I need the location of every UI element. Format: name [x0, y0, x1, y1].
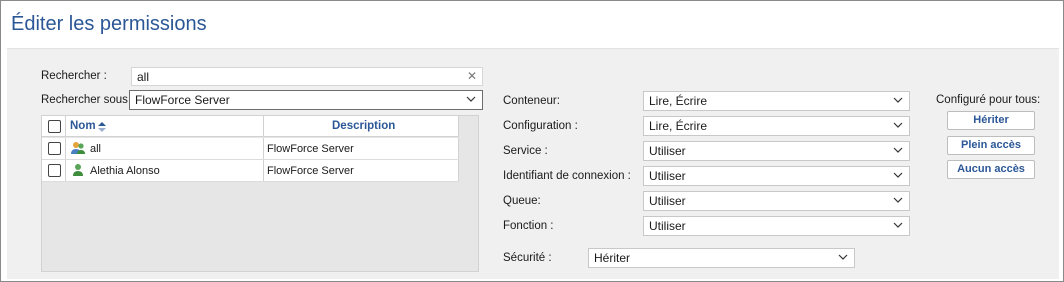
row-checkbox[interactable] [48, 142, 61, 155]
chevron-down-icon [893, 122, 903, 128]
row-description: FlowForce Server [267, 143, 354, 155]
page-title: Éditer les permissions [11, 13, 207, 35]
users-table: Nom Description all FlowForce Server Ale… [41, 115, 479, 272]
permission-label-service: Service : [503, 145, 548, 157]
chevron-down-icon [466, 96, 476, 102]
search-input[interactable]: all ✕ [131, 67, 483, 86]
security-label: Sécurité : [503, 252, 552, 264]
select-value: Utiliser [649, 144, 686, 158]
permissions-panel: Rechercher : all ✕ Rechercher sous : Flo… [7, 48, 1059, 279]
chevron-down-icon [893, 197, 903, 203]
search-under-value: FlowForce Server [135, 93, 230, 107]
clear-search-icon[interactable]: ✕ [467, 69, 477, 83]
table-row[interactable]: Alethia Alonso FlowForce Server [42, 160, 459, 182]
full-access-button[interactable]: Plein accès [947, 136, 1035, 155]
chevron-down-icon [893, 97, 903, 103]
configure-all-label: Configuré pour tous: [936, 94, 1041, 106]
permission-label-queue: Queue: [503, 195, 541, 207]
chevron-down-icon [838, 254, 848, 260]
inherit-button[interactable]: Hériter [947, 111, 1035, 130]
no-access-button[interactable]: Aucun accès [947, 160, 1035, 179]
table-row[interactable]: all FlowForce Server [42, 138, 459, 160]
chevron-down-icon [893, 172, 903, 178]
user-group-icon [71, 142, 85, 154]
conteneur-select[interactable]: Lire, Écrire [643, 91, 910, 111]
queue-select[interactable]: Utiliser [643, 191, 910, 211]
row-name: Alethia Alonso [90, 165, 160, 177]
permission-label-configuration: Configuration : [503, 120, 578, 132]
fonction-select[interactable]: Utiliser [643, 216, 910, 236]
column-header-description[interactable]: Description [332, 120, 395, 132]
select-value: Utiliser [649, 169, 686, 183]
row-name: all [90, 143, 102, 155]
search-under-select[interactable]: FlowForce Server [129, 90, 483, 110]
select-value: Lire, Écrire [649, 94, 708, 108]
row-checkbox[interactable] [48, 164, 61, 177]
chevron-down-icon [893, 222, 903, 228]
permissions-window: Éditer les permissions Rechercher : all … [0, 0, 1064, 282]
permission-label-fonction: Fonction : [503, 220, 554, 232]
sort-icon[interactable] [98, 122, 106, 132]
select-value: Utiliser [649, 219, 686, 233]
chevron-down-icon [893, 147, 903, 153]
select-value: Lire, Écrire [649, 119, 708, 133]
search-value: all [137, 70, 150, 84]
service-select[interactable]: Utiliser [643, 141, 910, 161]
identifiant-select[interactable]: Utiliser [643, 166, 910, 186]
table-header: Nom Description [42, 116, 459, 137]
row-description: FlowForce Server [267, 165, 354, 177]
search-under-label: Rechercher sous : [41, 94, 135, 106]
search-label: Rechercher : [41, 70, 107, 82]
select-all-checkbox[interactable] [48, 120, 61, 133]
user-icon [73, 164, 83, 176]
select-value: Hériter [594, 251, 631, 265]
permission-label-identifiant: Identifiant de connexion : [503, 170, 631, 182]
select-value: Utiliser [649, 194, 686, 208]
security-select[interactable]: Hériter [588, 248, 855, 268]
permission-label-conteneur: Conteneur: [503, 95, 560, 107]
configuration-select[interactable]: Lire, Écrire [643, 116, 910, 136]
column-header-nom[interactable]: Nom [70, 120, 96, 132]
